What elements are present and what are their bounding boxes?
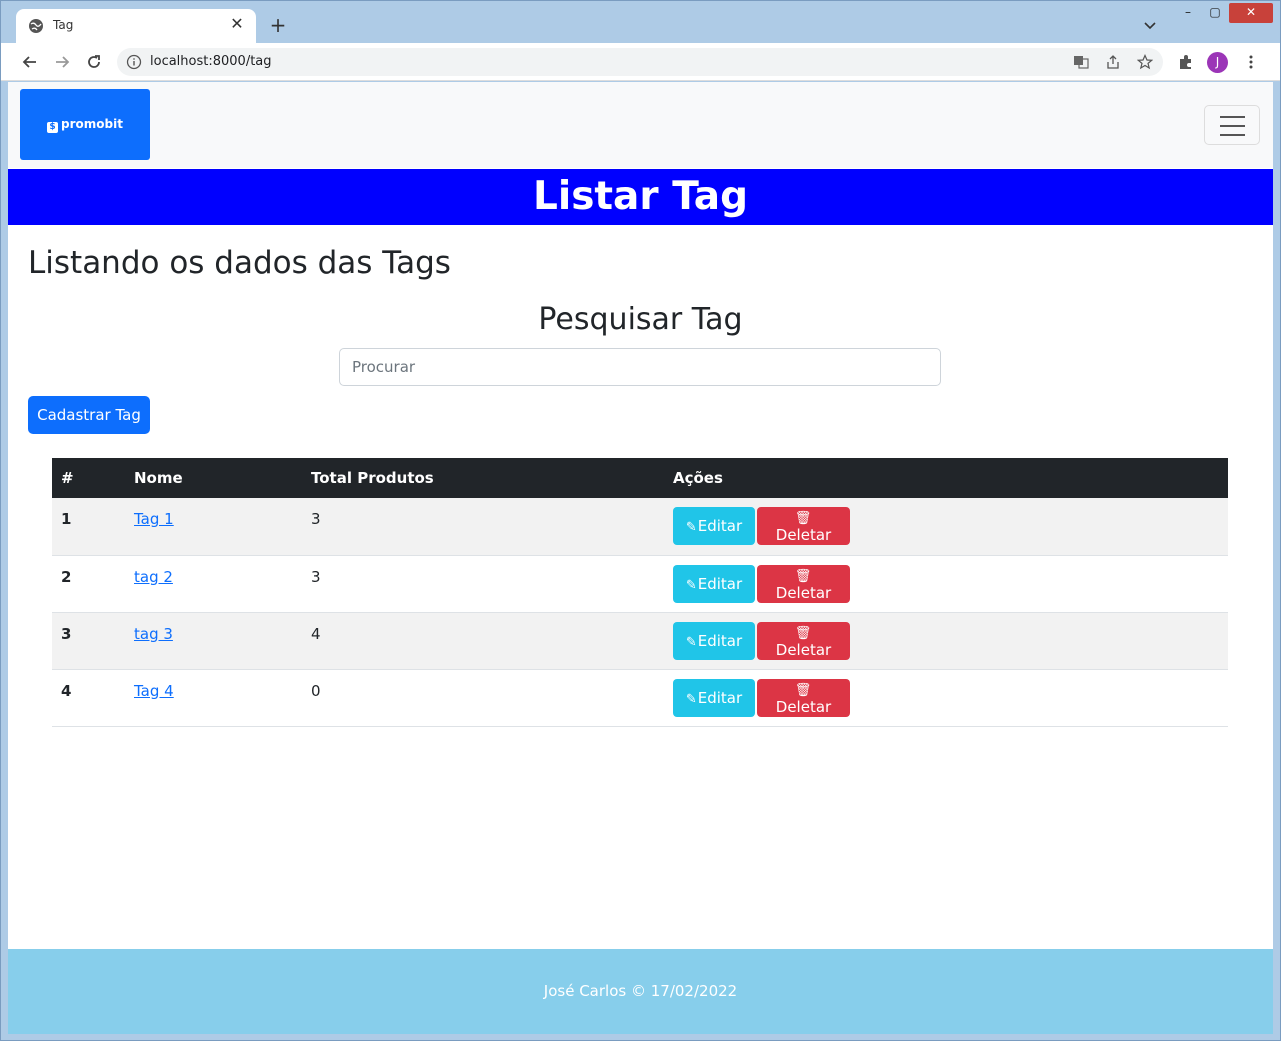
browser-window: Tag ✕ + – ▢ ✕ localhost:8000/tag J $ pro… xyxy=(0,0,1281,1041)
row-id: 1 xyxy=(52,498,125,556)
row-total: 3 xyxy=(302,555,664,613)
row-total: 0 xyxy=(302,669,664,727)
table-row: 2 tag 2 3 ✎Editar 🗑Deletar xyxy=(52,555,1228,613)
row-total: 4 xyxy=(302,612,664,670)
search-heading: Pesquisar Tag xyxy=(538,302,743,337)
back-icon[interactable] xyxy=(20,52,40,72)
close-tab-icon[interactable]: ✕ xyxy=(228,15,246,33)
edit-icon: ✎ xyxy=(685,634,697,650)
column-header-actions: Ações xyxy=(673,469,723,487)
navbar: $ promobit xyxy=(8,82,1273,168)
edit-icon: ✎ xyxy=(685,691,697,707)
edit-label: Editar xyxy=(697,574,743,593)
url-text: localhost:8000/tag xyxy=(150,54,272,69)
trash-icon: 🗑 xyxy=(794,568,812,584)
brand-glyph: $ xyxy=(47,122,59,133)
edit-button[interactable]: ✎Editar xyxy=(673,621,755,660)
edit-label: Editar xyxy=(697,631,743,650)
menu-toggle-button[interactable] xyxy=(1204,105,1260,145)
more-menu-icon[interactable] xyxy=(1242,53,1260,71)
minimize-button[interactable]: – xyxy=(1174,3,1202,23)
page-title: Listando os dados das Tags xyxy=(28,245,451,281)
share-icon[interactable] xyxy=(1105,54,1121,70)
tag-link[interactable]: Tag 4 xyxy=(134,682,174,700)
tab-title: Tag xyxy=(53,18,74,32)
page-banner: Listar Tag xyxy=(8,169,1273,225)
edit-button[interactable]: ✎Editar xyxy=(673,507,755,545)
edit-icon: ✎ xyxy=(685,520,697,535)
delete-button[interactable]: 🗑Deletar xyxy=(757,678,850,717)
hamburger-line xyxy=(1220,116,1245,118)
delete-label: Deletar xyxy=(775,526,832,544)
chevron-down-icon[interactable] xyxy=(1142,17,1158,33)
table-row: 4 Tag 4 0 ✎Editar 🗑Deletar xyxy=(52,669,1228,727)
delete-label: Deletar xyxy=(775,697,832,716)
brand-name: promobit xyxy=(61,117,123,131)
tag-link[interactable]: tag 3 xyxy=(134,625,173,643)
info-icon[interactable] xyxy=(126,54,142,70)
row-id: 3 xyxy=(52,612,125,670)
browser-tab[interactable]: Tag ✕ xyxy=(16,9,256,43)
title-bar: Tag ✕ + – ▢ ✕ xyxy=(1,1,1280,43)
forward-icon[interactable] xyxy=(52,52,72,72)
edit-button[interactable]: ✎Editar xyxy=(673,564,755,603)
column-header-id: # xyxy=(61,469,74,487)
delete-label: Deletar xyxy=(775,583,832,602)
delete-button[interactable]: 🗑Deletar xyxy=(757,621,850,660)
row-id: 4 xyxy=(52,669,125,727)
tag-link[interactable]: Tag 1 xyxy=(134,510,174,528)
trash-icon: 🗑 xyxy=(794,625,812,641)
table-header-row: # Nome Total Produtos Ações xyxy=(52,458,1228,498)
create-tag-button[interactable]: Cadastrar Tag xyxy=(28,396,150,434)
extensions-icon[interactable] xyxy=(1177,53,1195,71)
web-page: $ promobit Listar Tag Listando os dados d… xyxy=(8,82,1273,1034)
brand-logo[interactable]: $ promobit xyxy=(20,89,150,160)
tag-link[interactable]: tag 2 xyxy=(134,568,173,586)
address-bar[interactable]: localhost:8000/tag xyxy=(117,48,1163,76)
star-icon[interactable] xyxy=(1137,54,1153,70)
delete-label: Deletar xyxy=(775,640,832,659)
edit-label: Editar xyxy=(697,688,743,707)
hamburger-line xyxy=(1220,125,1245,127)
new-tab-button[interactable]: + xyxy=(267,14,289,36)
browser-toolbar: localhost:8000/tag J xyxy=(1,43,1280,81)
search-input[interactable] xyxy=(339,348,941,386)
hamburger-line xyxy=(1220,134,1245,136)
table-row: 1 Tag 1 3 ✎Editar 🗑Deletar xyxy=(52,498,1228,556)
maximize-button[interactable]: ▢ xyxy=(1201,3,1229,23)
trash-icon: 🗑 xyxy=(794,682,812,698)
reload-icon[interactable] xyxy=(84,52,104,72)
close-window-button[interactable]: ✕ xyxy=(1229,3,1273,23)
edit-icon: ✎ xyxy=(685,577,697,593)
row-total: 3 xyxy=(302,498,664,556)
table-row: 3 tag 3 4 ✎Editar 🗑Deletar xyxy=(52,612,1228,670)
avatar[interactable]: J xyxy=(1207,52,1228,73)
tags-table: # Nome Total Produtos Ações 1 Tag 1 3 ✎E… xyxy=(52,458,1228,727)
column-header-total: Total Produtos xyxy=(311,469,434,487)
edit-label: Editar xyxy=(697,517,743,535)
delete-button[interactable]: 🗑Deletar xyxy=(757,507,850,545)
row-id: 2 xyxy=(52,555,125,613)
delete-button[interactable]: 🗑Deletar xyxy=(757,564,850,603)
translate-icon[interactable] xyxy=(1073,54,1089,70)
globe-icon xyxy=(29,19,43,33)
column-header-name: Nome xyxy=(134,469,183,487)
edit-button[interactable]: ✎Editar xyxy=(673,678,755,717)
trash-icon: 🗑 xyxy=(794,511,812,526)
footer: José Carlos © 17/02/2022 xyxy=(8,949,1273,1034)
